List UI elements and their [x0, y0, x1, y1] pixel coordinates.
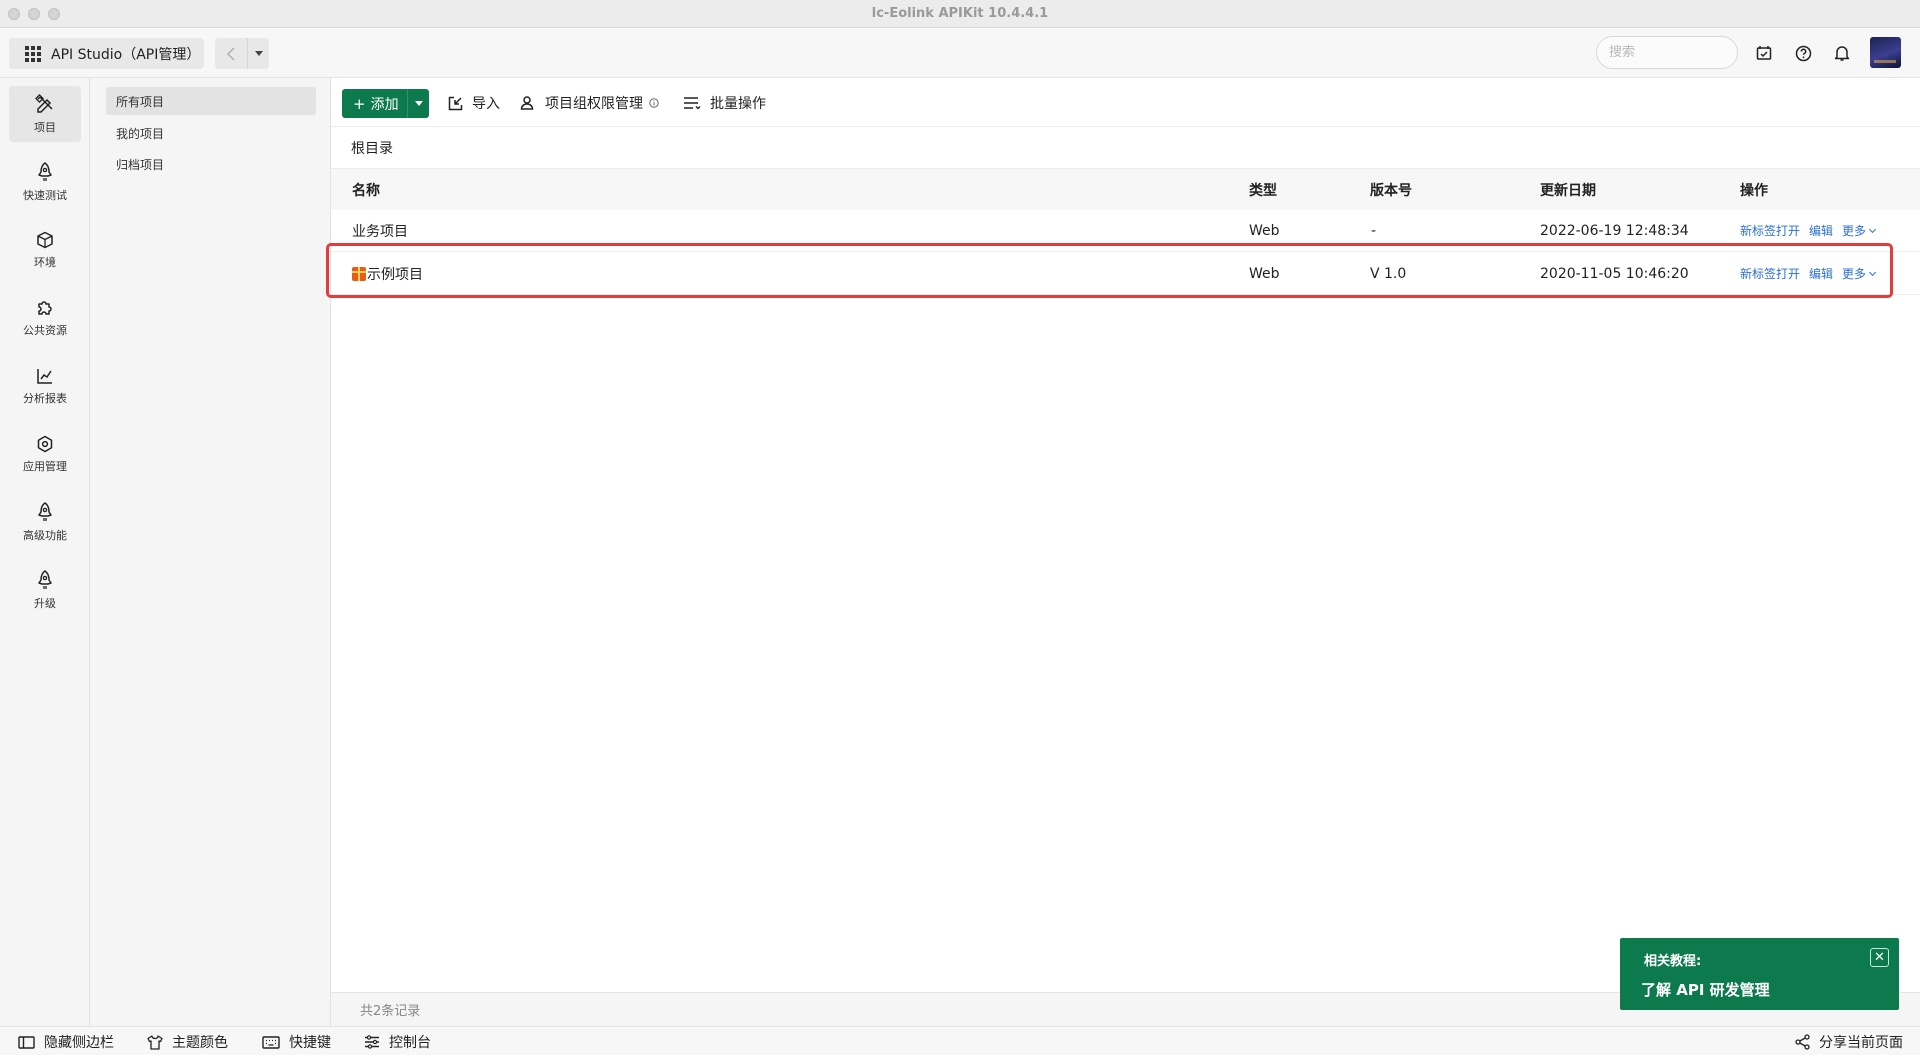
apps-grid-icon [25, 45, 41, 62]
rocket-icon [38, 501, 52, 521]
subnav-item-my-projects[interactable]: 我的项目 [106, 119, 316, 147]
hide-sidebar-button[interactable]: 隐藏侧边栏 [18, 1031, 114, 1053]
add-button[interactable]: + 添加 [342, 89, 407, 118]
rail-item-label: 快速测试 [23, 188, 67, 202]
rail-item-quick-test[interactable]: 快速测试 [9, 154, 81, 210]
breadcrumb[interactable]: 根目录 [351, 138, 393, 158]
list-settings-icon [684, 97, 701, 110]
bell-icon[interactable] [1832, 43, 1852, 63]
back-button[interactable] [215, 38, 247, 69]
cube-icon [37, 231, 53, 248]
caret-down-icon [414, 101, 423, 106]
hide-sidebar-label: 隐藏侧边栏 [44, 1035, 114, 1051]
keyboard-icon [262, 1035, 280, 1049]
caret-down-icon [254, 51, 263, 56]
search-input[interactable] [1596, 36, 1738, 69]
rail-item-upgrade[interactable]: 升级 [9, 562, 81, 618]
subnav-item-archived-projects[interactable]: 归档项目 [106, 150, 316, 178]
puzzle-icon [38, 300, 52, 315]
more-link[interactable]: 更多 [1842, 222, 1877, 239]
chevron-left-icon [226, 46, 235, 61]
user-avatar[interactable] [1870, 37, 1901, 68]
info-icon[interactable] [649, 98, 659, 108]
sliders-icon [365, 1035, 379, 1049]
toolbar: + 添加 导入 项目组权限管理 批量操作 [331, 78, 1920, 127]
column-header-type: 类型 [1249, 182, 1277, 199]
share-page-label: 分享当前页面 [1819, 1035, 1903, 1051]
theme-color-label: 主题颜色 [172, 1035, 228, 1051]
column-header-updated: 更新日期 [1540, 182, 1596, 199]
rail-item-label: 公共资源 [23, 323, 67, 337]
import-icon [448, 96, 463, 110]
sidebar-icon [18, 1035, 35, 1049]
bottom-bar: 隐藏侧边栏 主题颜色 快捷键 控制台 分享当前页面 [0, 1026, 1920, 1055]
user-lock-icon [520, 96, 534, 110]
edit-link[interactable]: 编辑 [1809, 222, 1833, 239]
calendar-check-icon[interactable] [1754, 43, 1774, 63]
tutorial-toast: 相关教程: 了解 API 研发管理 ✕ [1620, 938, 1899, 1010]
rail-item-label: 升级 [34, 596, 56, 610]
open-new-tab-link[interactable]: 新标签打开 [1740, 222, 1800, 239]
add-label: 添加 [370, 96, 399, 113]
console-button[interactable]: 控制台 [364, 1031, 431, 1053]
chevron-down-icon [1869, 225, 1877, 234]
plus-icon: + [353, 94, 366, 113]
rail-item-projects[interactable]: 项目 [9, 86, 81, 142]
chart-icon [37, 368, 52, 384]
add-dropdown-button[interactable] [407, 89, 429, 118]
history-dropdown-button[interactable] [247, 38, 269, 69]
rail-item-environment[interactable]: 环境 [9, 222, 81, 278]
project-subnav: 所有项目 我的项目 归档项目 [91, 78, 331, 1026]
theme-color-button[interactable]: 主题颜色 [147, 1031, 228, 1053]
column-header-actions: 操作 [1740, 182, 1768, 199]
rail-item-label: 环境 [34, 255, 56, 269]
permission-label: 项目组权限管理 [545, 96, 643, 112]
add-button-group: + 添加 [342, 89, 429, 118]
import-label: 导入 [472, 96, 500, 112]
batch-operation-button[interactable]: 批量操作 [683, 92, 766, 114]
subnav-item-all-projects[interactable]: 所有项目 [106, 87, 316, 115]
more-label: 更多 [1842, 224, 1867, 238]
table-header: 名称 类型 版本号 更新日期 操作 [331, 169, 1920, 210]
rocket-icon [38, 569, 52, 589]
share-page-button[interactable]: 分享当前页面 [1795, 1031, 1903, 1053]
main-content: + 添加 导入 项目组权限管理 批量操作 根目录 名称 类型 版本号 更新日期 … [326, 78, 1920, 1026]
gear-icon [37, 435, 53, 452]
workspace-label: API Studio（API管理） [51, 46, 201, 63]
shortcuts-button[interactable]: 快捷键 [262, 1031, 331, 1053]
rail-item-public-resources[interactable]: 公共资源 [9, 290, 81, 346]
pencil-ruler-icon [35, 93, 53, 113]
tutorial-link[interactable]: 了解 API 研发管理 [1641, 979, 1770, 1000]
rail-item-label: 分析报表 [23, 391, 67, 405]
top-bar: API Studio（API管理） [0, 28, 1920, 78]
rail-item-label: 应用管理 [23, 459, 67, 473]
console-label: 控制台 [389, 1035, 431, 1051]
rail-item-advanced[interactable]: 高级功能 [9, 494, 81, 550]
rail-item-label: 项目 [34, 120, 56, 134]
close-icon[interactable]: ✕ [1870, 948, 1889, 967]
share-icon [1795, 1034, 1810, 1050]
rail-item-label: 高级功能 [23, 528, 67, 542]
workspace-switcher-button[interactable]: API Studio（API管理） [9, 38, 204, 69]
import-button[interactable]: 导入 [448, 92, 500, 114]
highlight-box [326, 243, 1893, 298]
column-header-version: 版本号 [1370, 182, 1412, 199]
permission-management-button[interactable]: 项目组权限管理 [520, 92, 659, 114]
rail-item-reports[interactable]: 分析报表 [9, 358, 81, 414]
window-titlebar: lc-Eolink APIKit 10.4.4.1 [0, 0, 1920, 28]
rocket-icon [38, 161, 52, 181]
shortcuts-label: 快捷键 [289, 1035, 331, 1051]
column-header-name: 名称 [352, 182, 380, 199]
help-icon[interactable] [1793, 43, 1813, 63]
batch-label: 批量操作 [710, 96, 766, 112]
window-title: lc-Eolink APIKit 10.4.4.1 [871, 6, 1049, 21]
shirt-icon [147, 1034, 163, 1050]
tutorial-label: 相关教程: [1644, 954, 1702, 969]
history-nav [215, 38, 269, 69]
rail-item-app-management[interactable]: 应用管理 [9, 426, 81, 482]
left-rail: 项目 快速测试 环境 公共资源 分析报表 应用管理 高级功能 升级 [0, 78, 90, 1026]
